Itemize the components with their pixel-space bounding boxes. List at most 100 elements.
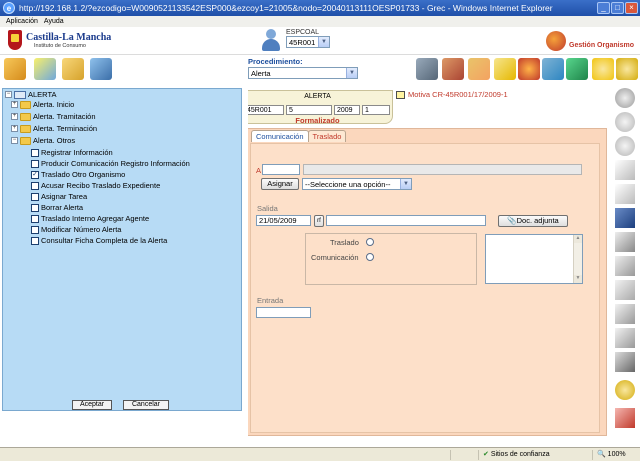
network-icon[interactable] xyxy=(90,58,112,80)
forward-icon[interactable] xyxy=(615,136,635,156)
gestion-organismo-icon xyxy=(546,31,567,51)
main-toolbar: Procedimiento: Alerta ▼ xyxy=(0,55,640,87)
documents-icon[interactable] xyxy=(615,160,635,180)
option-select[interactable]: --Seleccione una opción-- ▼ xyxy=(302,178,412,190)
rf-button[interactable]: rf xyxy=(314,215,324,227)
tree-folder-terminacion[interactable]: + Alerta. Terminación xyxy=(11,124,97,133)
attachment-icon: 📎 xyxy=(507,216,517,225)
office-select[interactable]: 45R001 ▼ xyxy=(286,36,330,48)
tree-item-borrar[interactable]: Borrar Alerta xyxy=(31,203,83,212)
archive-icon[interactable] xyxy=(468,58,490,80)
scroll-up-icon[interactable]: ▲ xyxy=(574,235,582,243)
a-code-input[interactable] xyxy=(262,164,300,175)
tree-item-modificar[interactable]: Modificar Número Alerta xyxy=(31,225,121,234)
doc-adjunta-button[interactable]: 📎Doc. adjunta xyxy=(498,215,568,227)
castilla-la-mancha-logo: Castilla-La Mancha Instituto de Consumo xyxy=(8,30,111,50)
collapse-icon[interactable]: − xyxy=(5,91,12,98)
accept-button[interactable]: Aceptar xyxy=(72,400,112,410)
item-checkbox-checked[interactable]: ✓ xyxy=(31,170,39,179)
gear-icon[interactable] xyxy=(616,58,638,80)
zoom-icon[interactable] xyxy=(615,88,635,108)
clipboard-icon[interactable] xyxy=(615,328,635,348)
back-icon[interactable] xyxy=(615,112,635,132)
open-folder-icon[interactable] xyxy=(62,58,84,80)
maximize-button[interactable]: □ xyxy=(611,2,624,14)
folder-icon xyxy=(20,112,31,121)
logo-subtitle: Instituto de Consumo xyxy=(34,42,86,49)
menu-ayuda[interactable]: Ayuda xyxy=(44,18,64,25)
tree-folder-tramitacion[interactable]: + Alerta. Tramitación xyxy=(11,112,96,121)
folder-user-icon[interactable] xyxy=(34,58,56,80)
save-disk-icon[interactable] xyxy=(615,208,635,228)
internet-explorer-icon: e xyxy=(3,2,15,14)
books-icon[interactable] xyxy=(442,58,464,80)
computer-icon xyxy=(14,90,26,99)
laptop-icon[interactable] xyxy=(416,58,438,80)
item-checkbox[interactable] xyxy=(31,214,39,223)
close-button[interactable]: × xyxy=(625,2,638,14)
gestion-organismo[interactable]: Gestión Organismo xyxy=(546,31,634,51)
settings-gear-icon[interactable] xyxy=(592,58,614,80)
observations-textarea[interactable]: ▲ ▼ xyxy=(485,234,583,284)
alert-seq: 1 xyxy=(362,105,390,115)
search-doc-icon[interactable] xyxy=(542,58,564,80)
user-name: ESPCOAL xyxy=(286,29,320,36)
tree-item-producir[interactable]: Producir Comunicación Registro Informaci… xyxy=(31,159,190,168)
item-checkbox[interactable] xyxy=(31,181,39,190)
tree-item-traslado-otro[interactable]: ✓ Traslado Otro Organismo xyxy=(31,170,125,179)
expand-icon[interactable]: + xyxy=(11,113,18,120)
scrollbar[interactable]: ▲ ▼ xyxy=(573,235,582,283)
task-tree-panel: − ALERTA + Alerta. Inicio + Alerta. Tram… xyxy=(2,88,242,411)
zone-status: ✔ Sitios de confianza xyxy=(478,450,550,460)
procedure-select[interactable]: Alerta ▼ xyxy=(248,67,358,79)
menu-aplicacion[interactable]: Aplicación xyxy=(6,18,38,25)
item-checkbox[interactable] xyxy=(31,192,39,201)
assign-button[interactable]: Asignar xyxy=(261,178,299,190)
minimize-button[interactable]: _ xyxy=(597,2,610,14)
tree-icon[interactable] xyxy=(566,58,588,80)
collapse-icon[interactable]: − xyxy=(11,137,18,144)
paste-icon[interactable] xyxy=(615,304,635,324)
salida-reference-input[interactable] xyxy=(326,215,486,226)
tree-folder-inicio[interactable]: + Alerta. Inicio xyxy=(11,100,74,109)
radio-traslado[interactable] xyxy=(366,238,374,246)
tree-item-traslado-interno[interactable]: Traslado Interno Agregar Agente xyxy=(31,214,149,223)
motiva-link[interactable]: Motiva CR-45R001/17/2009-1 xyxy=(396,90,508,99)
copy-icon[interactable] xyxy=(615,256,635,276)
gear-icon[interactable] xyxy=(615,380,635,400)
tab-comunicacion[interactable]: Comunicación xyxy=(251,130,309,142)
delete-tools-icon[interactable] xyxy=(615,408,635,428)
tools-icon[interactable] xyxy=(4,58,26,80)
notes-icon[interactable] xyxy=(615,184,635,204)
scroll-down-icon[interactable]: ▼ xyxy=(574,275,582,283)
tree-folder-otros[interactable]: − Alerta. Otros xyxy=(11,136,75,145)
item-checkbox[interactable] xyxy=(31,225,39,234)
window-title-bar: e http://192.168.1.2/?ezcodigo=W00905211… xyxy=(0,0,640,16)
envelope-icon[interactable] xyxy=(494,58,516,80)
paperclip-icon[interactable] xyxy=(615,280,635,300)
item-checkbox[interactable] xyxy=(31,236,39,245)
tree-item-asignar[interactable]: Asignar Tarea xyxy=(31,192,87,201)
alert-number: 5 xyxy=(286,105,332,115)
tree-root[interactable]: − ALERTA xyxy=(5,90,56,99)
item-checkbox[interactable] xyxy=(31,148,39,157)
print-icon[interactable] xyxy=(615,352,635,372)
menu-bar: Aplicación Ayuda xyxy=(0,16,640,27)
cancel-button[interactable]: Cancelar xyxy=(123,400,169,410)
folder-open-icon xyxy=(20,136,31,145)
radio-comunicacion[interactable] xyxy=(366,253,374,261)
zoom-level[interactable]: 🔍 100% xyxy=(592,450,626,460)
expand-icon[interactable]: + xyxy=(11,125,18,132)
scissors-icon[interactable] xyxy=(615,232,635,252)
expand-icon[interactable]: + xyxy=(11,101,18,108)
salida-date-input[interactable]: 21/05/2009 xyxy=(256,215,311,226)
globe-icon[interactable] xyxy=(518,58,540,80)
entrada-date-input[interactable] xyxy=(256,307,311,318)
tree-item-consultar[interactable]: Consultar Ficha Completa de la Alerta xyxy=(31,236,167,245)
chevron-down-icon: ▼ xyxy=(400,179,411,189)
tree-item-acusar[interactable]: Acusar Recibo Traslado Expediente xyxy=(31,181,160,190)
tab-traslado[interactable]: Traslado xyxy=(307,130,347,142)
item-checkbox[interactable] xyxy=(31,203,39,212)
item-checkbox[interactable] xyxy=(31,159,39,168)
tree-item-registrar[interactable]: Registrar Información xyxy=(31,148,113,157)
